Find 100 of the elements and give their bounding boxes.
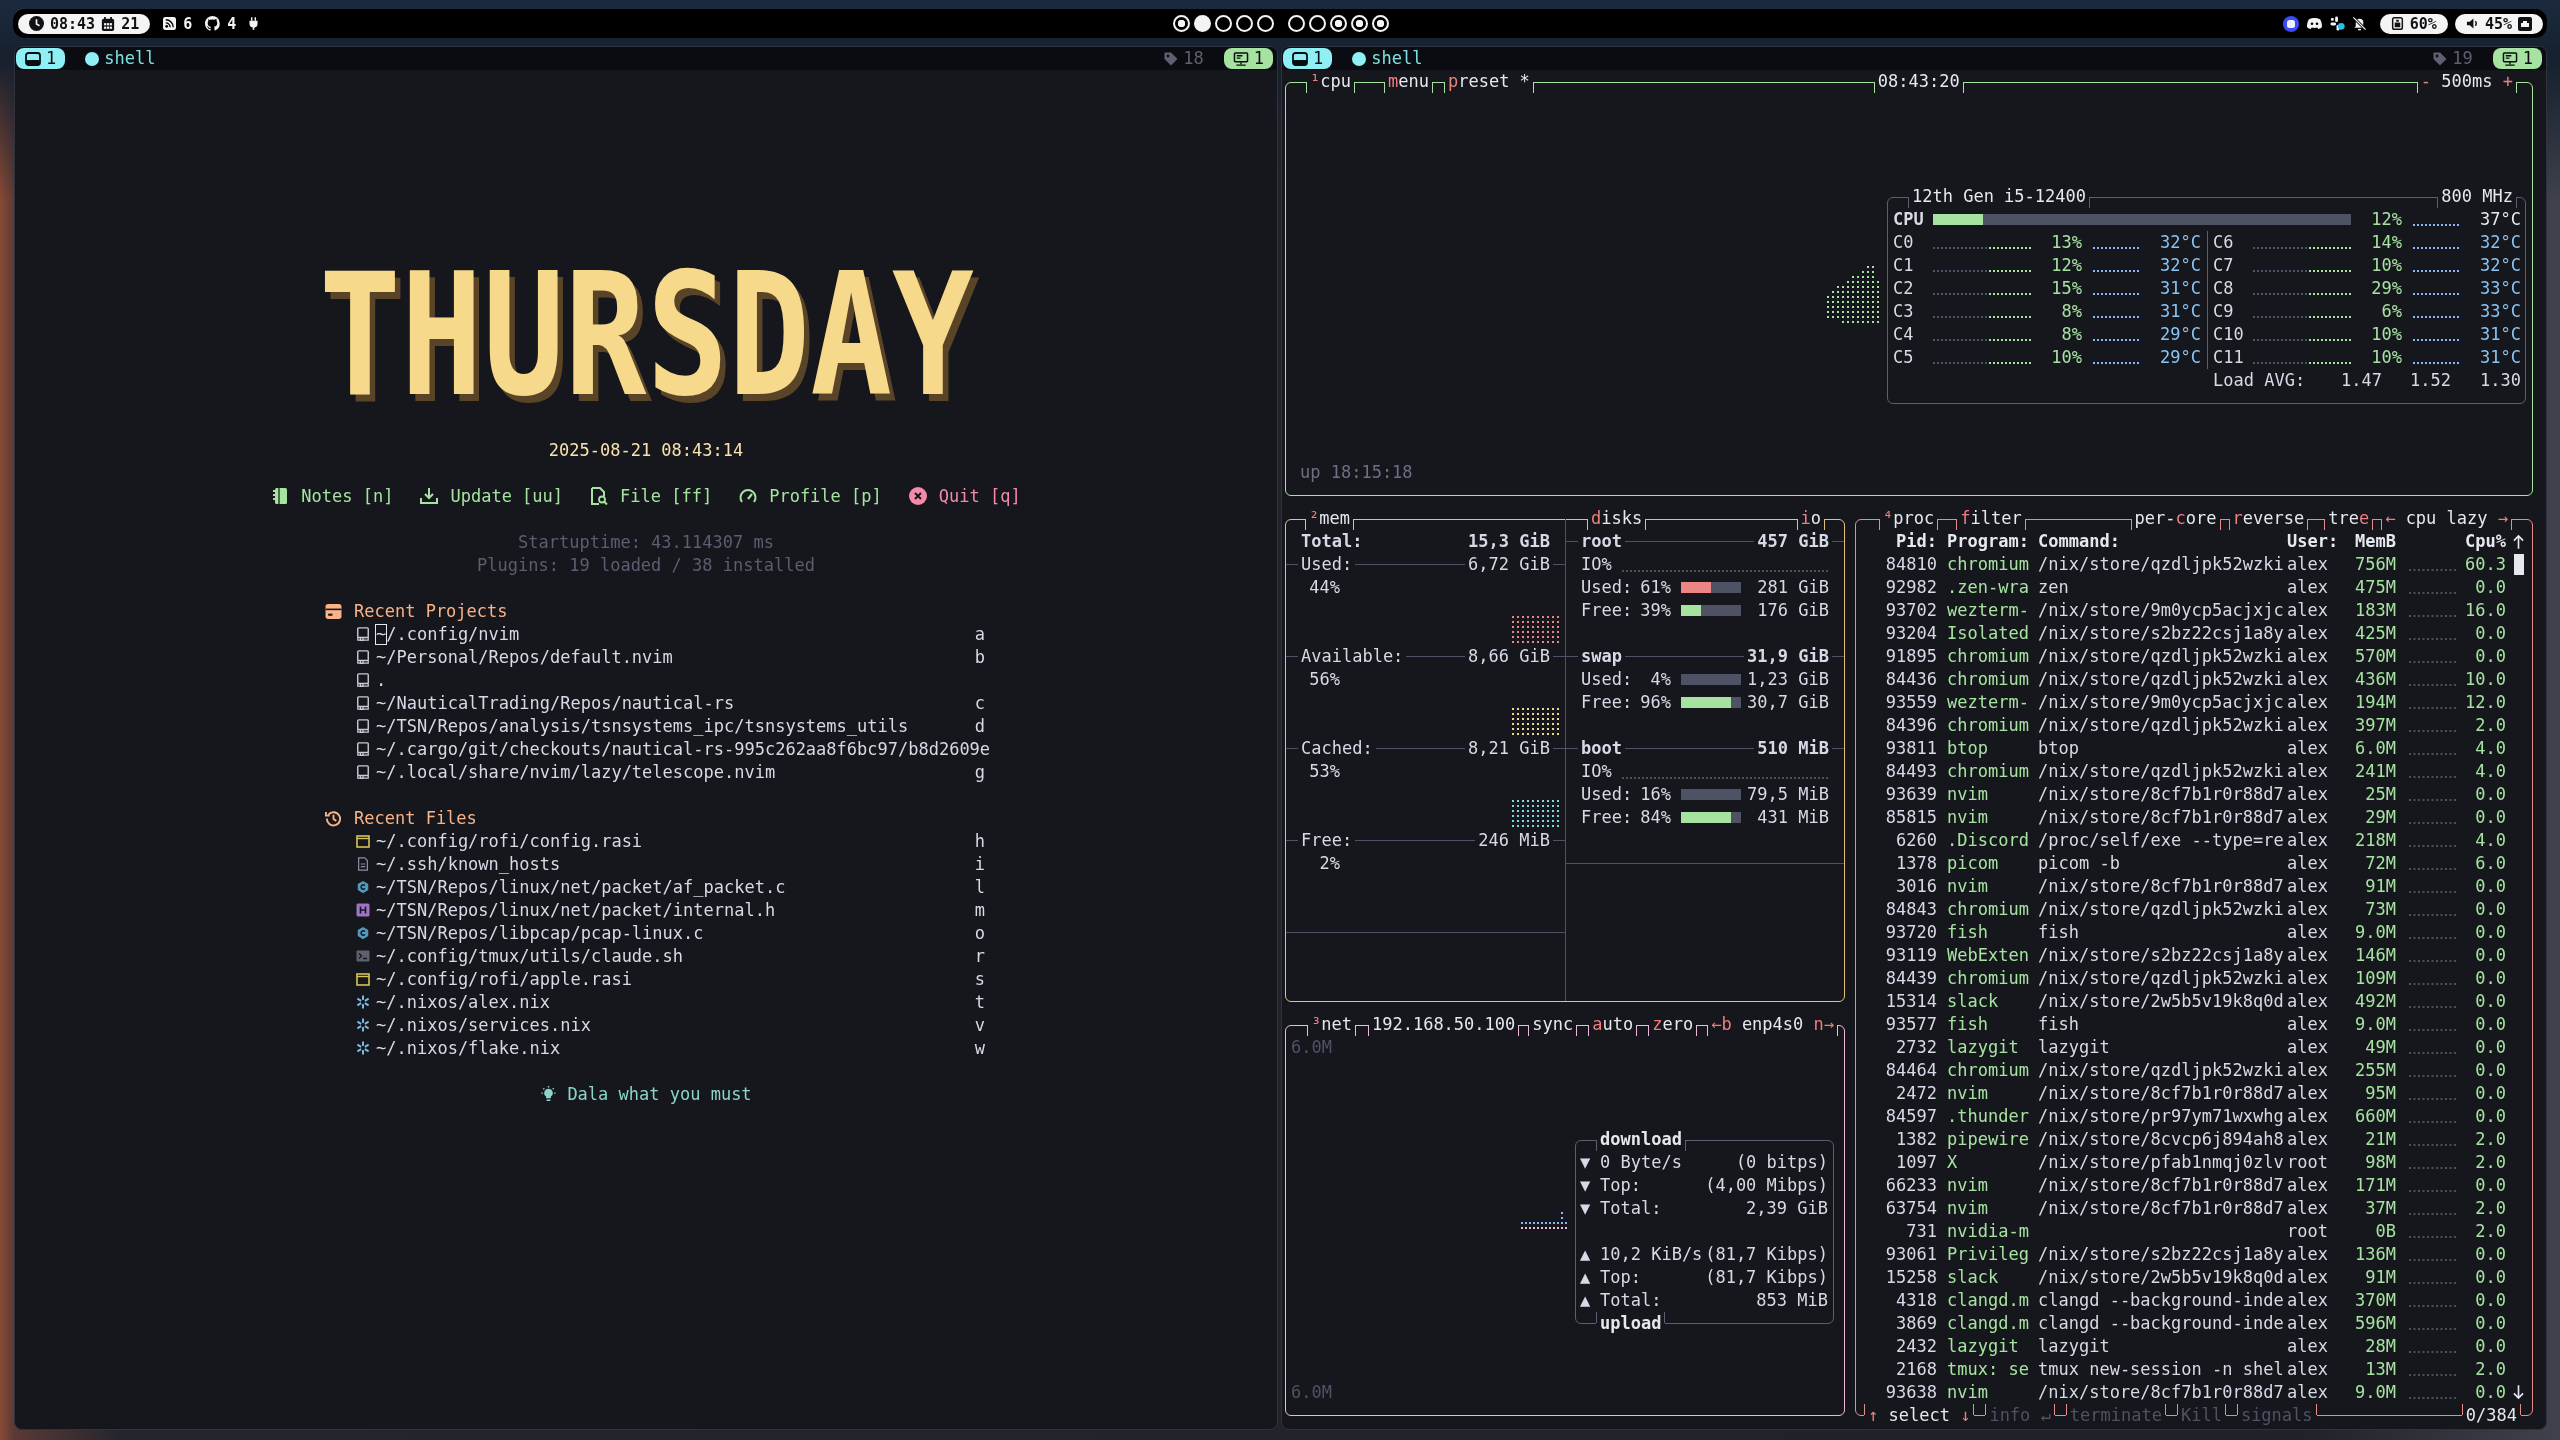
workspace-indicator[interactable] xyxy=(1350,15,1368,32)
recent-project[interactable]: ~/.local/share/nvim/lazy/telescope.nvim xyxy=(376,760,776,784)
meter-label: Free: xyxy=(1581,806,1632,829)
up-arrow-icon[interactable] xyxy=(2513,534,2524,549)
workspace-indicator[interactable] xyxy=(1308,15,1326,32)
recent-project[interactable]: . xyxy=(376,668,387,692)
user-cell: alex xyxy=(2287,1266,2328,1289)
memory-percent: 56% xyxy=(1308,668,1340,691)
command-cell: clangd --background-inde xyxy=(2038,1312,2284,1335)
battery-widget[interactable]: 60% xyxy=(2379,13,2448,34)
rate-label: 10,2 KiB/s xyxy=(1600,1243,1703,1266)
volume-widget[interactable]: 45% xyxy=(2454,13,2543,34)
command-cell: tmux new-session -n shel xyxy=(2038,1358,2284,1381)
pid-cell: 2732 xyxy=(1896,1036,1937,1059)
column-header[interactable]: Pid: xyxy=(1896,530,1937,553)
workspace-indicator[interactable] xyxy=(1172,15,1190,32)
meter-value: 431 MiB xyxy=(1757,806,1829,829)
divider xyxy=(1406,656,1466,657)
cpu-sparkline xyxy=(2409,1258,2457,1261)
recent-file[interactable]: ~/TSN/Repos/linux/net/packet/internal.h xyxy=(376,898,776,922)
tab-title[interactable]: shell xyxy=(104,48,156,69)
user-cell: alex xyxy=(2287,783,2328,806)
recent-file[interactable]: ~/TSN/Repos/libpcap/pcap-linux.c xyxy=(376,921,704,945)
column-header[interactable]: Program: xyxy=(1947,530,2029,553)
sort-selector[interactable]: ← cpu lazy → xyxy=(2381,507,2512,530)
workspace-indicator[interactable] xyxy=(1287,15,1305,32)
command-cell: /nix/store/8cf7b1r0r88d7 xyxy=(2038,783,2284,806)
panel-title[interactable]: disks xyxy=(1586,507,1647,530)
recent-file[interactable]: ~/TSN/Repos/linux/net/packet/af_packet.c xyxy=(376,875,786,899)
recent-file[interactable]: ~/.config/rofi/apple.rasi xyxy=(376,967,632,991)
program-cell: lazygit xyxy=(1947,1335,2019,1358)
program-cell: picom xyxy=(1947,852,1999,875)
menu-action[interactable]: Quit [q] xyxy=(908,484,1021,508)
bell-off-icon[interactable] xyxy=(2351,16,2367,31)
workspace-indicator[interactable] xyxy=(1329,15,1347,32)
menu-action[interactable]: Profile [p] xyxy=(739,484,882,508)
recent-project[interactable]: ~/Personal/Repos/default.nvim xyxy=(376,645,673,669)
program-cell: chromium xyxy=(1947,645,2029,668)
program-cell: nvim xyxy=(1947,1082,1988,1105)
plug-icon[interactable] xyxy=(249,17,259,30)
workspace-indicator[interactable] xyxy=(1371,15,1389,32)
menu-action[interactable]: Notes [n] xyxy=(271,484,394,508)
command-cell: /nix/store/9m0ycp5acjxjc xyxy=(2038,691,2284,714)
core-name: C10 xyxy=(2213,323,2245,346)
history-icon xyxy=(325,809,342,827)
discord-icon[interactable] xyxy=(2305,17,2323,30)
menu-action[interactable]: File [ff] xyxy=(590,484,713,508)
recent-project[interactable]: ~/NauticalTrading/Repos/nautical-rs xyxy=(376,691,735,715)
column-header[interactable]: Command: xyxy=(2038,530,2120,553)
recent-file[interactable]: ~/.nixos/alex.nix xyxy=(376,990,550,1014)
program-cell: nvidia-m xyxy=(1947,1220,2029,1243)
core-temperature: 31°C xyxy=(2159,300,2201,323)
window-tab[interactable]: 1 xyxy=(1283,48,1333,69)
recent-file[interactable]: ~/.nixos/services.nix xyxy=(376,1013,591,1037)
pid-cell: 3016 xyxy=(1896,875,1937,898)
tab-title[interactable]: shell xyxy=(1371,48,1423,69)
program-cell: WebExten xyxy=(1947,944,2029,967)
pid-cell: 93639 xyxy=(1885,783,1937,806)
workspace-indicator[interactable] xyxy=(1214,15,1232,32)
rss-icon[interactable] xyxy=(163,17,177,30)
rate-label: Top: xyxy=(1600,1174,1641,1197)
recent-file[interactable]: ~/.nixos/flake.nix xyxy=(376,1036,561,1060)
scrollbar-thumb[interactable] xyxy=(2514,554,2524,575)
column-header[interactable]: MemB xyxy=(2355,530,2396,553)
down-arrow-icon[interactable] xyxy=(2513,1385,2524,1400)
date-day: 21 xyxy=(121,13,140,34)
recent-project[interactable]: ~/TSN/Repos/analysis/tsnsystems_ipc/tsnsystems_utils xyxy=(376,714,909,738)
memory-cell: 49M xyxy=(2365,1036,2396,1059)
workspace-indicator[interactable] xyxy=(1256,15,1274,32)
core-name: C1 xyxy=(1893,254,1915,277)
recent-file[interactable]: ~/.config/rofi/config.rasi xyxy=(376,829,643,853)
divider xyxy=(1832,541,1844,542)
column-header[interactable]: User: xyxy=(2287,530,2339,553)
clock-widget[interactable]: 08:43 21 xyxy=(18,13,151,34)
pane-badge[interactable]: 1 xyxy=(1223,48,1273,69)
program-cell: fish xyxy=(1947,1013,1988,1036)
cpu-cell: 0.0 xyxy=(2475,806,2506,829)
github-icon[interactable] xyxy=(205,16,221,31)
io-toggle[interactable]: io xyxy=(1796,507,1825,530)
interface-selector[interactable]: ←b enp4s0 n→ xyxy=(1707,1013,1838,1036)
app-circle-icon[interactable] xyxy=(2282,15,2299,32)
workspace-indicator[interactable] xyxy=(1193,15,1211,32)
workspace-indicator[interactable] xyxy=(1235,15,1253,32)
command-cell: /nix/store/9m0ycp5acjxjc xyxy=(2038,599,2284,622)
command-cell: /nix/store/s2bz22csj1a8y xyxy=(2038,622,2284,645)
snowflake-icon xyxy=(356,1041,370,1055)
window-tab[interactable]: 1 xyxy=(16,48,66,69)
recent-file[interactable]: ~/.ssh/known_hosts xyxy=(376,852,561,876)
filter-toggle[interactable]: filter xyxy=(1956,507,2026,530)
recent-file[interactable]: ~/.config/tmux/utils/claude.sh xyxy=(376,944,684,968)
user-cell: alex xyxy=(2287,760,2328,783)
recent-project[interactable]: ~/.cargo/git/checkouts/nautical-rs-995c262aa8f6bc97/b8d2609 xyxy=(376,737,980,761)
menu-action[interactable]: Update [uu] xyxy=(420,484,564,508)
column-header[interactable]: Cpu% xyxy=(2465,530,2506,553)
pane-badge[interactable]: 1 xyxy=(2492,48,2542,69)
archive-icon xyxy=(325,602,342,620)
memory-cell: 91M xyxy=(2365,1266,2396,1289)
pinwheel-icon[interactable] xyxy=(2329,16,2345,31)
memory-cell: 436M xyxy=(2355,668,2396,691)
direction-arrow: ▼ xyxy=(1580,1174,1592,1197)
